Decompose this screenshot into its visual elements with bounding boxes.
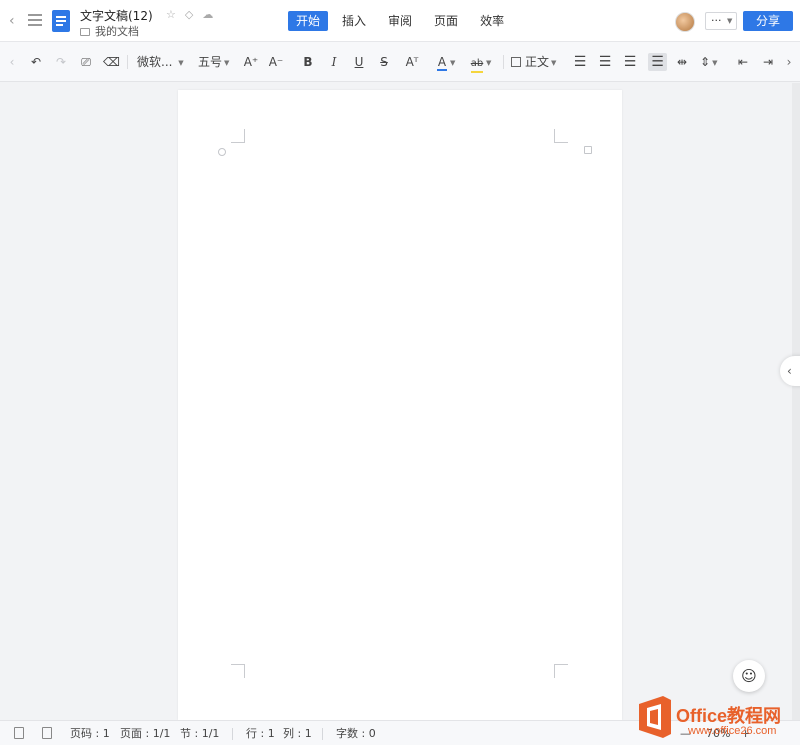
- page-tool-icon[interactable]: [584, 146, 592, 154]
- document-title[interactable]: 文字文稿(12): [80, 7, 153, 24]
- chevron-down-icon: ▼: [178, 59, 183, 67]
- style-icon: [511, 57, 521, 67]
- title-actions: ☆ ◇ ☁: [166, 8, 222, 21]
- chevron-down-icon: ▼: [712, 59, 717, 67]
- more-button[interactable]: ··· ▼: [705, 12, 737, 30]
- strikethrough-button[interactable]: S: [377, 53, 391, 71]
- tab-start[interactable]: 开始: [288, 11, 328, 31]
- highlight-letters: ab: [471, 58, 483, 69]
- change-case-button[interactable]: Aᵀ: [403, 53, 421, 71]
- format-painter-icon[interactable]: ⎚: [78, 53, 94, 71]
- star-icon[interactable]: ☆: [166, 8, 176, 21]
- align-right-icon[interactable]: ☰: [622, 53, 638, 71]
- tab-insert[interactable]: 插入: [334, 11, 374, 31]
- bold-button[interactable]: B: [301, 53, 315, 71]
- document-page[interactable]: [178, 90, 622, 720]
- divider: [127, 55, 128, 69]
- highlight-button[interactable]: ab▼: [470, 53, 496, 71]
- folder-label: 我的文档: [95, 25, 139, 38]
- decrease-indent-icon[interactable]: ⇤: [735, 53, 751, 71]
- divider: [232, 728, 233, 740]
- undo-icon[interactable]: ↶: [28, 53, 44, 71]
- vertical-scrollbar[interactable]: [792, 83, 800, 720]
- font-name-select[interactable]: 微软... ▼: [137, 53, 189, 71]
- document-folder[interactable]: 我的文档: [80, 23, 139, 39]
- distributed-align-icon[interactable]: ⇹: [674, 53, 690, 71]
- watermark: Office教程网 www.office26.com: [636, 694, 800, 745]
- menu-tabs: 开始 插入 审阅 页面 效率: [288, 11, 518, 31]
- align-center-icon[interactable]: ☰: [597, 53, 613, 71]
- document-icon: [52, 10, 70, 32]
- watermark-url: www.office26.com: [688, 725, 776, 737]
- word-count: 字数 : 0: [336, 727, 376, 740]
- style-value: 正文: [525, 55, 549, 69]
- back-icon[interactable]: ‹: [9, 13, 23, 29]
- font-color-swatch: [437, 69, 447, 71]
- align-left-icon[interactable]: ☰: [572, 53, 588, 71]
- font-color-button[interactable]: A▼: [436, 53, 462, 71]
- toolbar-scroll-left-icon[interactable]: ‹: [7, 53, 17, 71]
- shrink-font-button[interactable]: A⁻: [268, 53, 284, 71]
- line-spacing-button[interactable]: ⇕▼: [700, 53, 726, 71]
- cloud-icon[interactable]: ☁: [202, 8, 213, 21]
- divider: [503, 55, 504, 69]
- margin-corner-top-right: [554, 129, 568, 143]
- chevron-down-icon: ▼: [486, 59, 491, 67]
- font-size-select[interactable]: 五号▼: [198, 53, 234, 71]
- underline-button[interactable]: U: [352, 53, 366, 71]
- chevron-down-icon: ▼: [727, 17, 732, 25]
- highlight-swatch: [471, 71, 483, 73]
- folder-icon: [80, 28, 90, 36]
- margin-corner-top-left: [231, 129, 245, 143]
- tag-icon[interactable]: ◇: [185, 8, 193, 21]
- increase-indent-icon[interactable]: ⇥: [760, 53, 776, 71]
- document-canvas[interactable]: [0, 83, 792, 720]
- chevron-down-icon: ▼: [224, 59, 229, 67]
- page-count: 页面 : 1/1: [120, 727, 170, 740]
- grow-font-button[interactable]: A⁺: [243, 53, 259, 71]
- avatar[interactable]: [675, 12, 695, 32]
- outline-view-icon[interactable]: [14, 727, 24, 739]
- divider: [322, 728, 323, 740]
- hamburger-menu-icon[interactable]: [28, 14, 42, 26]
- font-color-icon: A: [436, 53, 448, 71]
- tab-review[interactable]: 审阅: [380, 11, 420, 31]
- line-spacing-icon: ⇕: [700, 55, 710, 69]
- title-bar: ‹ 文字文稿(12) 我的文档 ☆ ◇ ☁ 开始 插入 审阅 页面 效率 ··· ▼…: [0, 0, 800, 42]
- chevron-down-icon: ▼: [450, 59, 455, 67]
- font-color-letter: A: [438, 55, 446, 69]
- section-indicator: 节 : 1/1: [180, 727, 219, 740]
- paragraph-marker-icon[interactable]: [218, 148, 226, 156]
- font-size-value: 五号: [198, 55, 222, 69]
- chevron-down-icon: ▼: [551, 59, 556, 67]
- style-select[interactable]: 正文▼: [511, 53, 565, 71]
- assistant-icon[interactable]: ☺: [733, 660, 765, 692]
- font-name-value: 微软...: [137, 55, 172, 69]
- office-logo-icon: [637, 696, 673, 738]
- formatting-toolbar: ‹ ↶ ↷ ⎚ ⌫ 微软... ▼ 五号▼ A⁺ A⁻ B I U S Aᵀ A…: [0, 42, 800, 82]
- tab-efficiency[interactable]: 效率: [472, 11, 512, 31]
- tab-page[interactable]: 页面: [426, 11, 466, 31]
- italic-button[interactable]: I: [327, 53, 341, 71]
- page-view-icon[interactable]: [42, 727, 52, 739]
- margin-corner-bottom-left: [231, 664, 245, 678]
- align-justify-icon[interactable]: ☰: [648, 53, 667, 71]
- page-number: 页码 : 1: [70, 727, 110, 740]
- column-indicator: 列 : 1: [283, 727, 312, 740]
- highlight-icon: ab: [470, 55, 484, 73]
- eraser-icon[interactable]: ⌫: [103, 53, 119, 71]
- more-label: ···: [711, 14, 722, 27]
- toolbar-scroll-right-icon[interactable]: ›: [784, 53, 794, 71]
- line-indicator: 行 : 1: [246, 727, 275, 740]
- share-button[interactable]: 分享: [743, 11, 793, 31]
- margin-corner-bottom-right: [554, 664, 568, 678]
- redo-icon[interactable]: ↷: [53, 53, 69, 71]
